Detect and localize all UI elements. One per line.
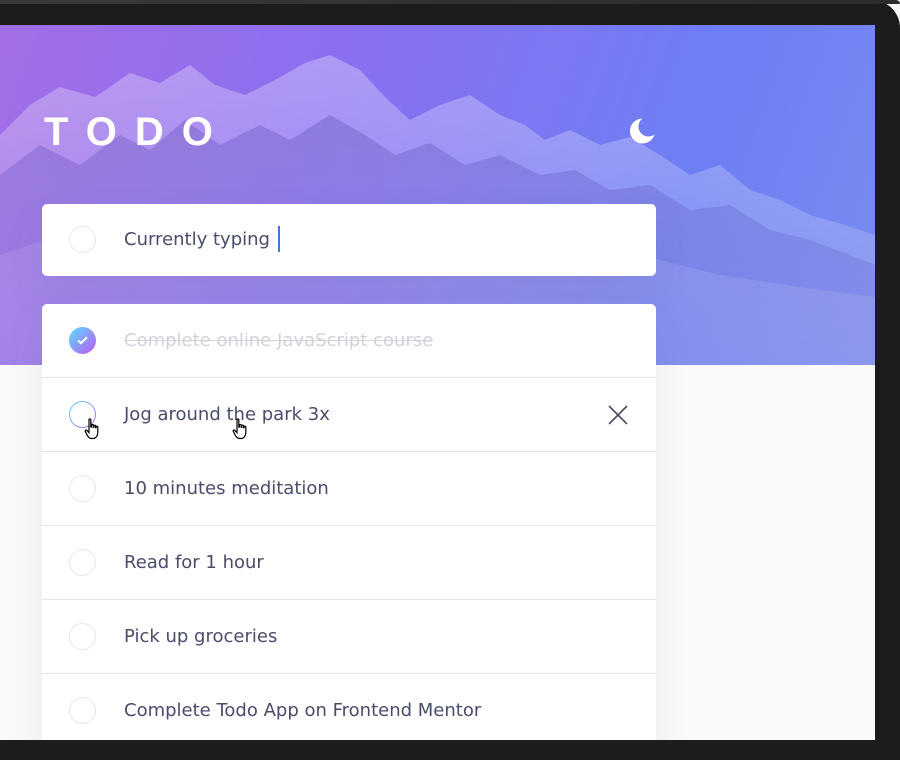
todo-item[interactable]: 10 minutes meditation: [42, 452, 656, 526]
new-todo-checkbox[interactable]: [69, 226, 96, 253]
bezel-edge: [0, 0, 900, 4]
todo-item[interactable]: Read for 1 hour: [42, 526, 656, 600]
delete-todo-button[interactable]: [607, 404, 629, 426]
theme-toggle-button[interactable]: [626, 115, 658, 147]
todo-checkbox-checked[interactable]: [69, 327, 96, 354]
todo-text: 10 minutes meditation: [124, 478, 329, 499]
new-todo-input[interactable]: Currently typing: [124, 224, 280, 256]
todo-text: Complete online JavaScript course: [124, 330, 434, 351]
todo-text: Pick up groceries: [124, 626, 278, 647]
app-title: TODO: [44, 110, 231, 154]
todo-list: Complete online JavaScript course Jog ar…: [42, 304, 656, 740]
todo-item[interactable]: Jog around the park 3x: [42, 378, 656, 452]
text-caret: [277, 225, 280, 252]
todo-item[interactable]: Pick up groceries: [42, 600, 656, 674]
todo-item[interactable]: Complete online JavaScript course: [42, 304, 656, 378]
todo-text: Read for 1 hour: [124, 552, 264, 573]
cross-icon: [608, 405, 628, 425]
app-screen: TODO Currently typing Complete online Ja…: [0, 25, 875, 740]
todo-checkbox[interactable]: [69, 549, 96, 576]
new-todo-value: Currently typing: [124, 229, 270, 250]
todo-text: Jog around the park 3x: [124, 404, 330, 425]
todo-checkbox[interactable]: [69, 697, 96, 724]
monitor-frame: TODO Currently typing Complete online Ja…: [0, 0, 900, 760]
check-icon: [77, 336, 88, 345]
todo-item[interactable]: Complete Todo App on Frontend Mentor: [42, 674, 656, 740]
todo-checkbox[interactable]: [69, 475, 96, 502]
moon-icon: [630, 118, 655, 144]
new-todo-card[interactable]: Currently typing: [42, 204, 656, 276]
todo-text: Complete Todo App on Frontend Mentor: [124, 700, 482, 721]
todo-checkbox[interactable]: [69, 623, 96, 650]
todo-checkbox[interactable]: [69, 401, 96, 428]
